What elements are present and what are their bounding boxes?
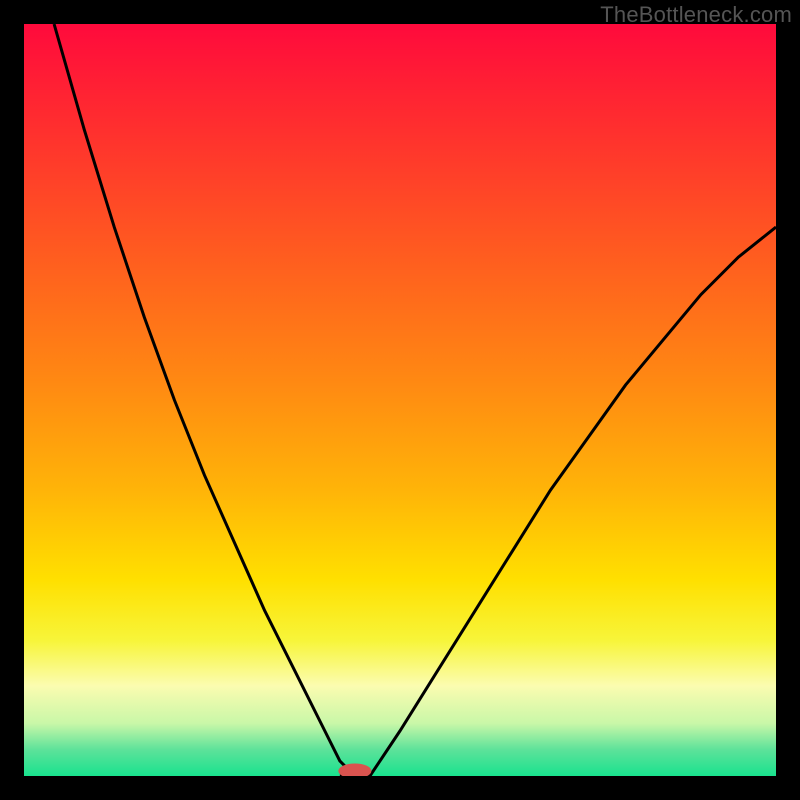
chart-svg [24, 24, 776, 776]
chart-frame: TheBottleneck.com [0, 0, 800, 800]
gradient-background [24, 24, 776, 776]
watermark-text: TheBottleneck.com [600, 2, 792, 28]
plot-area [24, 24, 776, 776]
